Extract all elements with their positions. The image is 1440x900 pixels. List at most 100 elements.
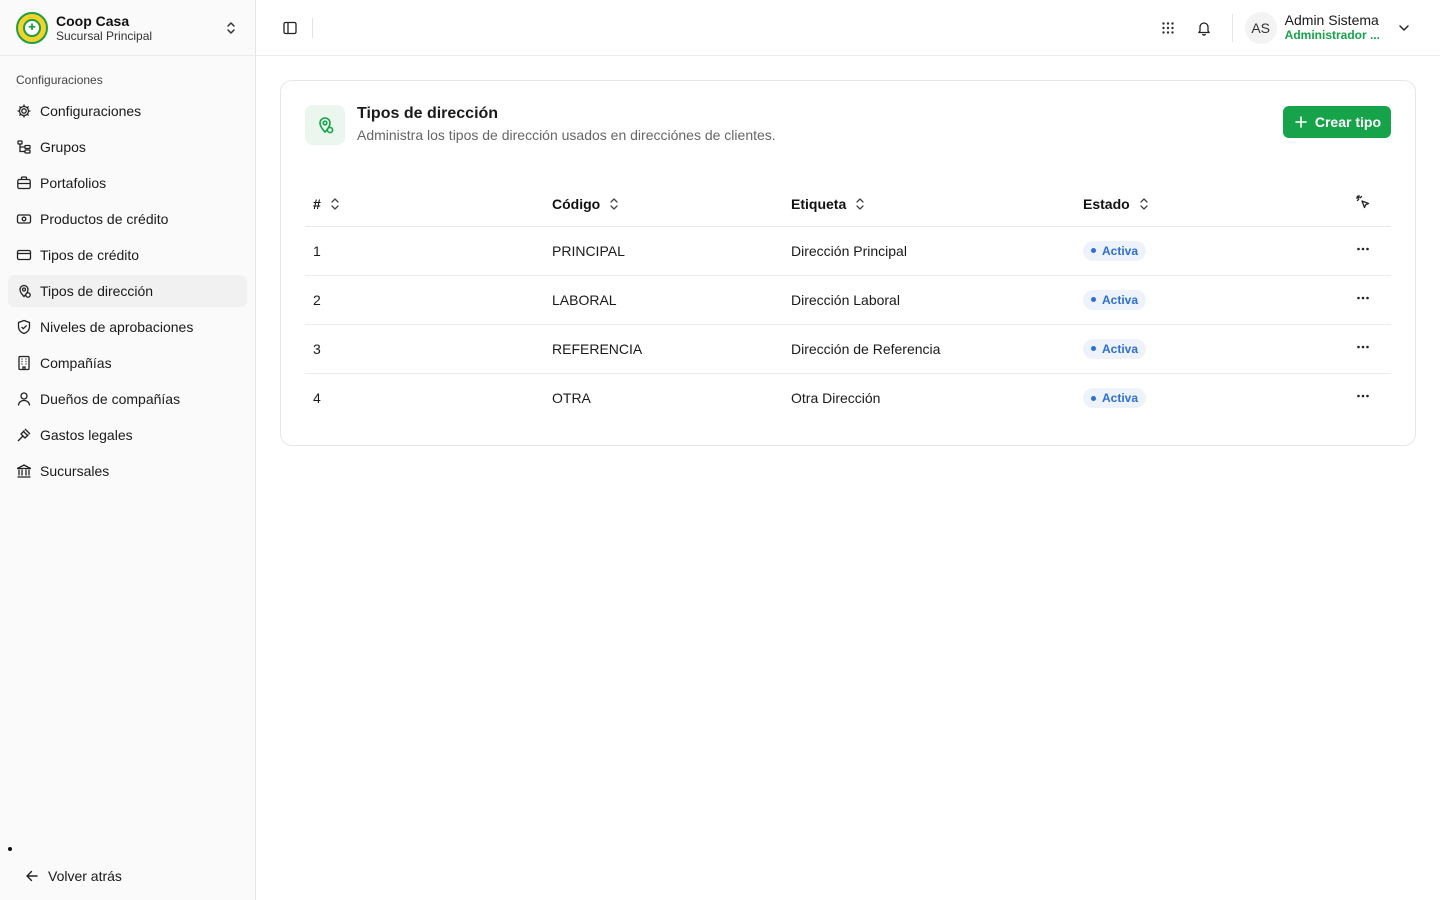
sidebar-item-label: Compañías <box>40 355 112 371</box>
sort-icon <box>856 198 864 210</box>
sidebar-item-label: Gastos legales <box>40 427 133 443</box>
user-icon <box>17 392 31 406</box>
shield-check-icon <box>17 319 31 335</box>
more-horizontal-icon <box>1357 296 1369 300</box>
chevron-down-icon[interactable] <box>1396 20 1412 36</box>
column-header-codigo[interactable]: Código <box>544 182 783 227</box>
cell-status: Activa <box>1075 373 1335 422</box>
status-badge: Activa <box>1083 289 1147 310</box>
table-row[interactable]: 3 REFERENCIA Dirección de Referencia Act… <box>305 324 1391 374</box>
cell-label: Dirección Laboral <box>783 275 1075 325</box>
brand-switcher[interactable]: ✚ Coop Casa Sucursal Principal <box>0 0 255 56</box>
sidebar-item-label: Configuraciones <box>40 103 142 119</box>
panel-left-icon <box>283 21 297 34</box>
cell-label: Dirección de Referencia <box>783 324 1075 374</box>
cell-code: LABORAL <box>544 275 783 325</box>
table-row[interactable]: 2 LABORAL Dirección Laboral Activa <box>305 275 1391 325</box>
cell-code: PRINCIPAL <box>544 226 783 276</box>
back-button[interactable]: Volver atrás <box>16 860 256 892</box>
sort-icon <box>1140 198 1148 210</box>
sidebar-item-sucursales[interactable]: Sucursales <box>8 455 247 487</box>
status-badge: Activa <box>1083 240 1147 261</box>
cell-label: Otra Dirección <box>791 389 881 406</box>
table-row[interactable]: 4 OTRA Otra Dirección Activa <box>305 373 1391 422</box>
sidebar-item-companias[interactable]: Compañías <box>8 347 247 379</box>
brand-branch: Sucursal Principal <box>56 28 153 43</box>
column-header-num[interactable]: # <box>305 182 544 227</box>
status-text: Activa <box>1102 391 1139 405</box>
credit-card-icon <box>16 249 32 261</box>
status-dot <box>1091 297 1096 303</box>
sidebar-item-label: Sucursales <box>40 463 110 479</box>
sidebar-item-gastos-legales[interactable]: Gastos legales <box>8 419 247 451</box>
avatar[interactable]: AS <box>1244 11 1277 44</box>
gear-icon <box>17 104 31 118</box>
building-icon <box>18 355 30 371</box>
status-dot <box>1091 346 1096 352</box>
sidebar-item-duenos-companias[interactable]: Dueños de compañías <box>8 383 247 415</box>
brand-text: Coop Casa Sucursal Principal <box>56 13 223 43</box>
user-role: Administrador ... <box>1284 28 1380 42</box>
header-divider <box>1231 13 1233 42</box>
cell-num: 2 <box>305 275 544 325</box>
notifications-button[interactable] <box>1186 10 1222 46</box>
cell-status: Activa <box>1075 324 1335 374</box>
bell-icon <box>1197 21 1210 36</box>
status-text: Activa <box>1102 292 1139 307</box>
status-text: Activa <box>1102 341 1139 356</box>
column-header-etiqueta[interactable]: Etiqueta <box>783 182 1075 227</box>
table-header-row: # Código Etiqueta Estado <box>305 182 1391 227</box>
sidebar-item-grupos[interactable]: Grupos <box>8 131 247 163</box>
sidebar-item-portafolios[interactable]: Portafolios <box>8 167 247 199</box>
apps-button[interactable] <box>1150 10 1186 46</box>
status-badge: Activa <box>1083 388 1147 408</box>
row-actions-button[interactable] <box>1335 324 1391 374</box>
card-title-block: Tipos de dirección Administra los tipos … <box>357 105 776 144</box>
column-label: # <box>313 195 321 212</box>
column-header-actions[interactable] <box>1335 182 1391 227</box>
sidebar-item-niveles-aprobaciones[interactable]: Niveles de aprobaciones <box>8 311 247 343</box>
address-types-card: Tipos de dirección Administra los tipos … <box>280 80 1416 446</box>
sidebar: ✚ Coop Casa Sucursal Principal Configura… <box>0 0 256 900</box>
cell-num: 4 <box>313 389 321 406</box>
header-actions: AS Admin Sistema Administrador ... <box>1150 0 1440 56</box>
header-divider <box>312 17 313 38</box>
sidebar-item-configuraciones[interactable]: Configuraciones <box>8 95 247 127</box>
brand-logo: ✚ <box>16 11 48 44</box>
sort-icon <box>610 198 618 210</box>
column-label: Código <box>552 195 601 212</box>
create-type-label: Crear tipo <box>1314 114 1381 130</box>
create-type-button[interactable]: Crear tipo <box>1282 106 1391 138</box>
top-header: AS Admin Sistema Administrador ... <box>256 0 1440 56</box>
grid-icon <box>1161 21 1174 34</box>
user-name: Admin Sistema <box>1284 12 1379 28</box>
sidebar-item-productos-credito[interactable]: Productos de crédito <box>8 203 247 235</box>
sparkle-click-icon <box>1355 195 1370 209</box>
sidebar-item-label: Grupos <box>40 139 86 155</box>
sidebar-item-label: Dueños de compañías <box>40 391 181 407</box>
card-header: Tipos de dirección Administra los tipos … <box>305 105 1391 147</box>
user-info[interactable]: Admin Sistema Administrador ... <box>1285 12 1380 43</box>
status-badge: Activa <box>1083 338 1147 359</box>
more-horizontal-icon <box>1357 345 1369 349</box>
sidebar-item-tipos-credito[interactable]: Tipos de crédito <box>8 239 247 271</box>
column-header-estado[interactable]: Estado <box>1075 182 1335 227</box>
brand-name: Coop Casa <box>56 12 130 29</box>
row-actions-button[interactable] <box>1335 373 1391 422</box>
cell-code: OTRA <box>552 389 591 406</box>
sidebar-item-label: Productos de crédito <box>40 211 169 227</box>
table-row[interactable]: 1 PRINCIPAL Dirección Principal Activa <box>305 226 1391 276</box>
sidebar-item-tipos-direccion[interactable]: Tipos de dirección <box>8 275 247 307</box>
back-label: Volver atrás <box>48 868 122 884</box>
row-actions-button[interactable] <box>1335 226 1391 276</box>
sidebar-item-label: Tipos de dirección <box>40 283 154 299</box>
cell-label: Dirección Principal <box>783 226 1075 276</box>
address-types-table: # Código Etiqueta Estado 1 PRINCIPAL Dir… <box>305 182 1391 422</box>
map-pin-icon <box>305 105 345 145</box>
bank-icon <box>16 464 32 478</box>
page-title: Tipos de dirección <box>357 105 499 122</box>
row-actions-button[interactable] <box>1335 275 1391 325</box>
status-dot <box>1091 248 1096 254</box>
sidebar-toggle-button[interactable] <box>276 14 304 42</box>
sidebar-item-label: Niveles de aprobaciones <box>40 319 194 335</box>
